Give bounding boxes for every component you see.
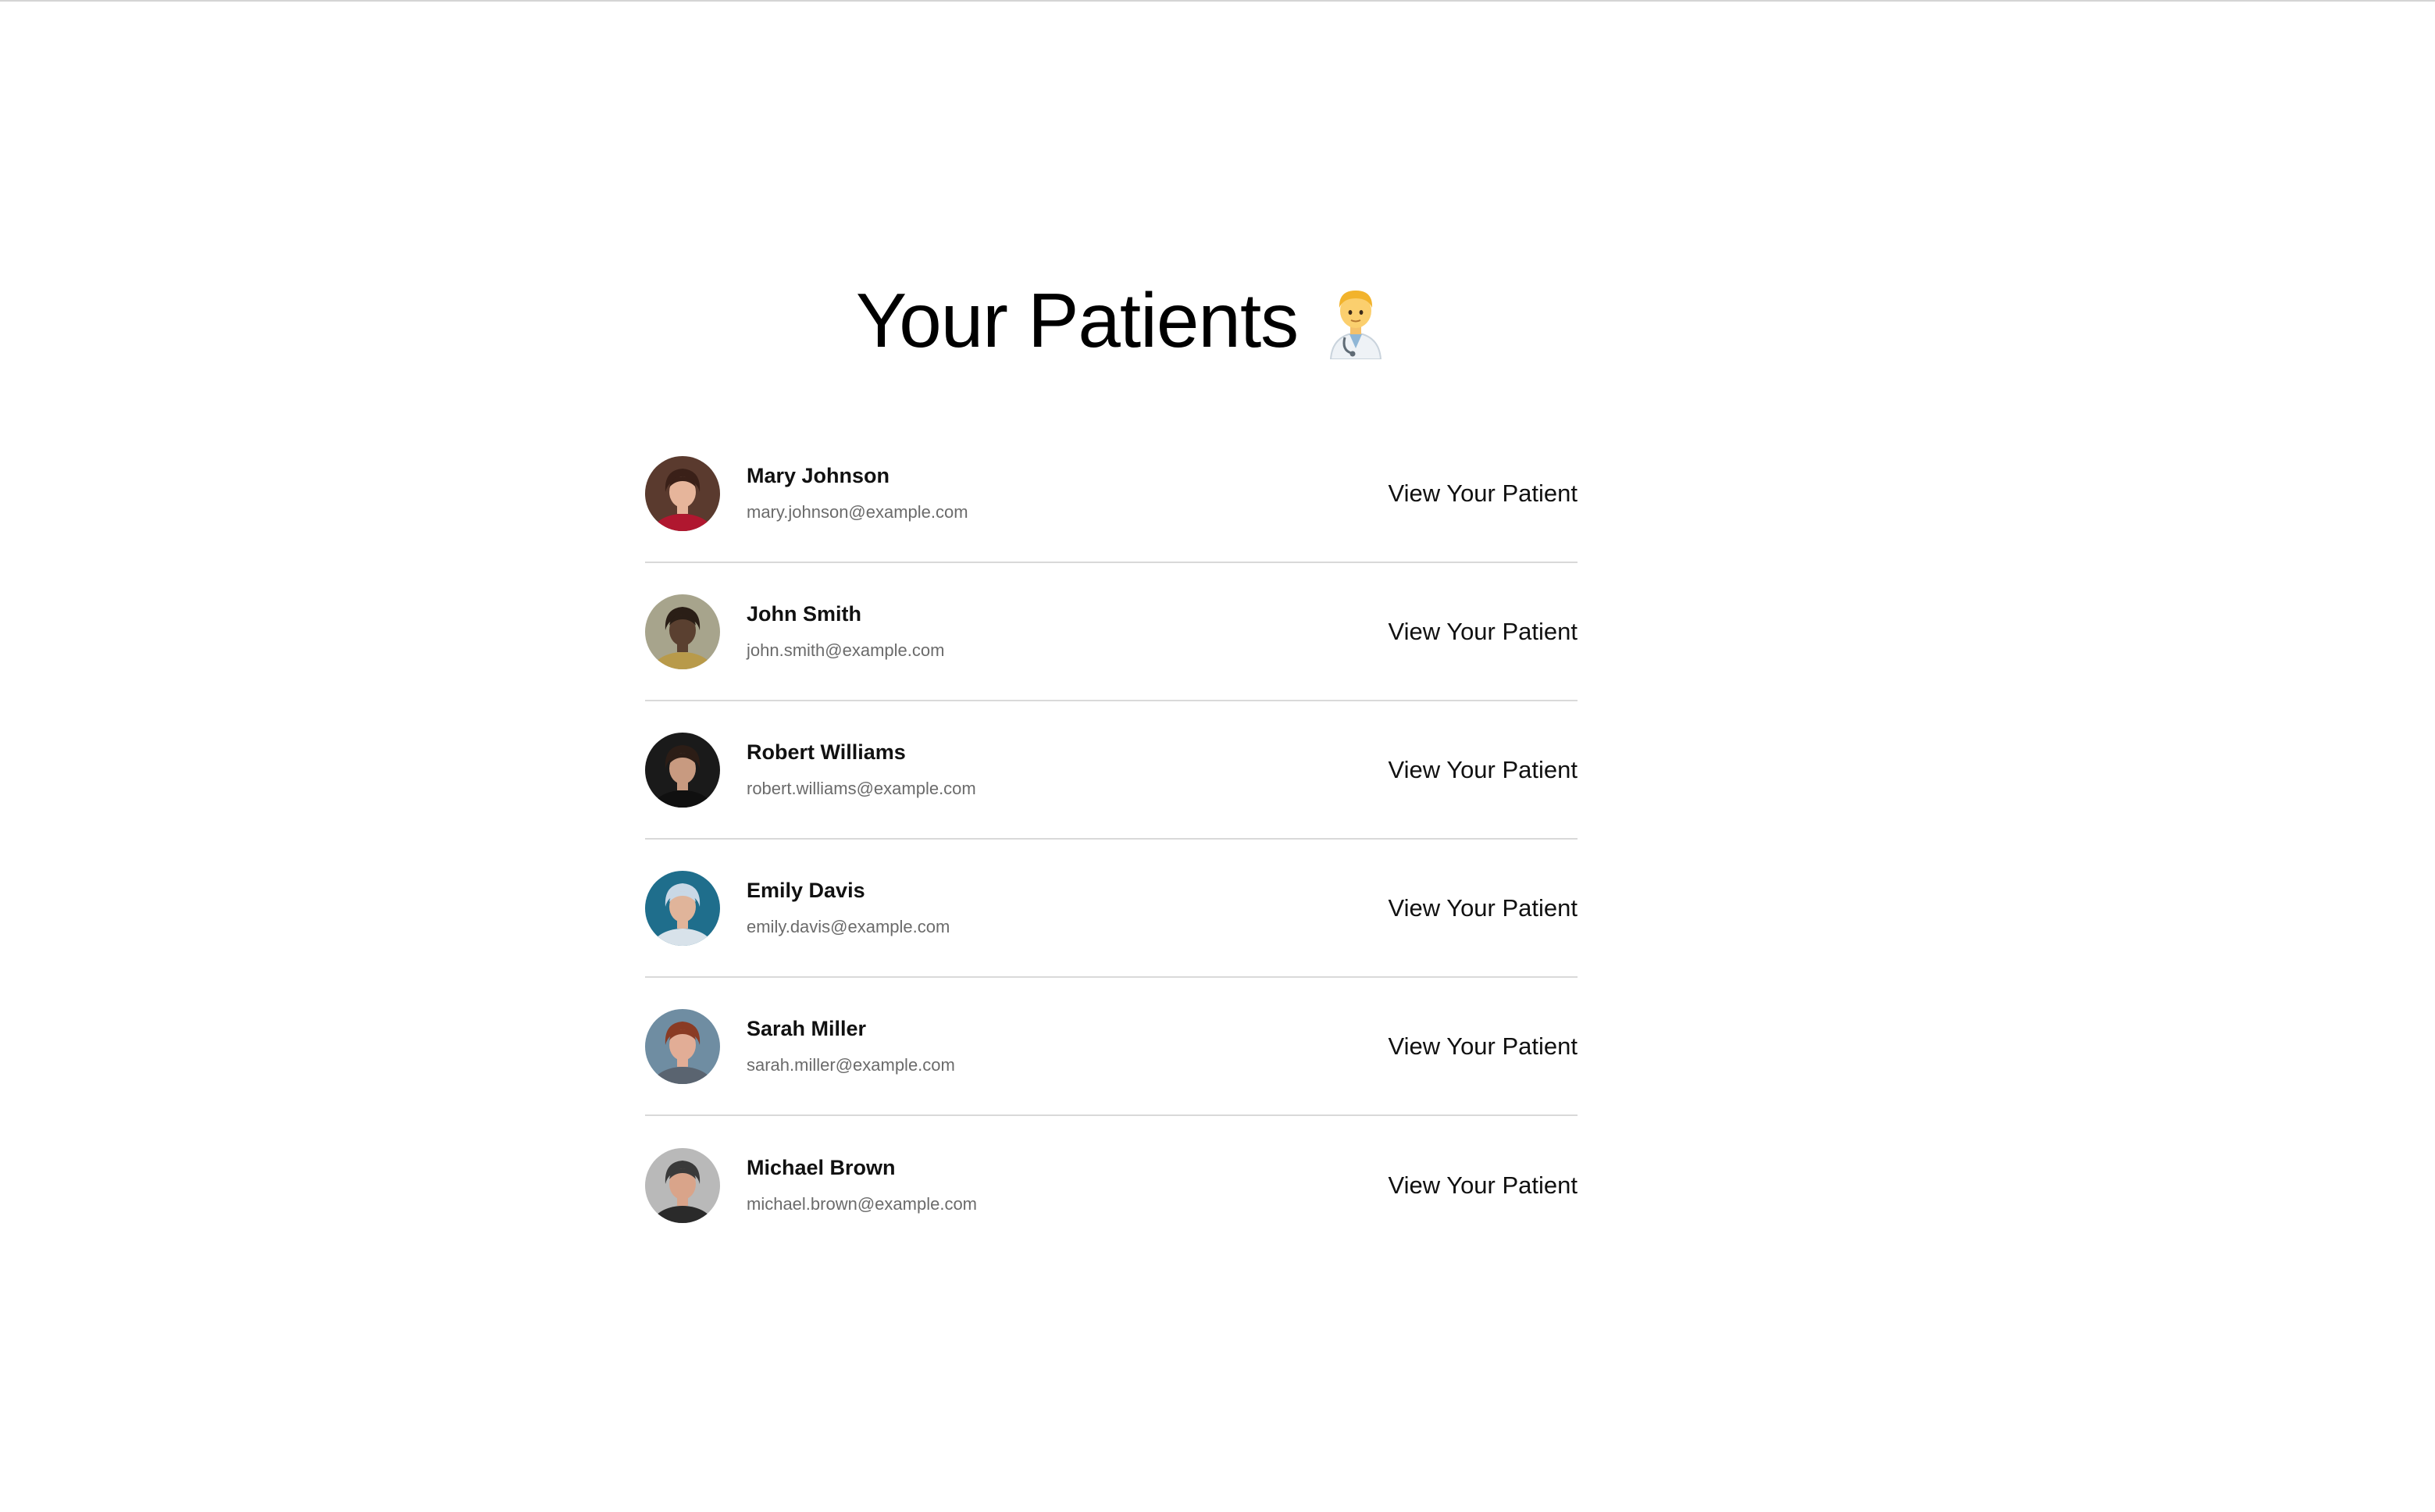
- patient-name: Sarah Miller: [747, 1017, 867, 1040]
- patient-name: Michael Brown: [747, 1156, 896, 1179]
- patient-list: Mary Johnson mary.johnson@example.com Vi…: [645, 425, 1578, 1254]
- view-patient-link[interactable]: View Your Patient: [1389, 894, 1578, 922]
- patient-email: michael.brown@example.com: [747, 1194, 978, 1214]
- patient-info: Sarah Miller sarah.miller@example.com: [747, 1018, 1389, 1074]
- page-title: Your Patients: [855, 277, 1299, 363]
- avatar-photo-woman-profile-blue-background: [645, 870, 720, 946]
- patient-info: Emily Davis emily.davis@example.com: [747, 880, 1389, 936]
- health-worker-icon: [1324, 281, 1387, 360]
- patient-email: robert.williams@example.com: [747, 779, 976, 798]
- view-patient-link[interactable]: View Your Patient: [1389, 756, 1578, 784]
- patient-row: Mary Johnson mary.johnson@example.com Vi…: [645, 425, 1578, 563]
- patient-name: Mary Johnson: [747, 464, 890, 487]
- patient-info: Robert Williams robert.williams@example.…: [747, 742, 1389, 797]
- patient-email: emily.davis@example.com: [747, 917, 950, 936]
- avatar-photo-woman-smiling-red-top: [645, 455, 720, 531]
- patient-email: john.smith@example.com: [747, 640, 945, 660]
- view-patient-link[interactable]: View Your Patient: [1389, 618, 1578, 646]
- patient-email: sarah.miller@example.com: [747, 1055, 955, 1075]
- patient-row: Sarah Miller sarah.miller@example.com Vi…: [645, 978, 1578, 1116]
- patient-name: Emily Davis: [747, 879, 865, 902]
- patient-name: Robert Williams: [747, 740, 906, 764]
- patient-row: Robert Williams robert.williams@example.…: [645, 701, 1578, 840]
- top-divider: [0, 0, 2435, 2]
- view-patient-link[interactable]: View Your Patient: [1389, 1032, 1578, 1061]
- patient-row: Emily Davis emily.davis@example.com View…: [645, 840, 1578, 978]
- patient-row: John Smith john.smith@example.com View Y…: [645, 563, 1578, 701]
- avatar-photo-man-glasses-mustard-top: [645, 594, 720, 669]
- view-patient-link[interactable]: View Your Patient: [1389, 1171, 1578, 1200]
- avatar-photo-man-dark-background: [645, 732, 720, 808]
- page-header: Your Patients: [665, 266, 1578, 375]
- patients-panel: Your Patients Mary Johnson mary.johnson@…: [645, 266, 1578, 1254]
- avatar-photo-woman-auburn-hair: [645, 1008, 720, 1084]
- patient-row: Michael Brown michael.brown@example.com …: [645, 1116, 1578, 1254]
- patient-name: John Smith: [747, 602, 861, 626]
- patient-email: mary.johnson@example.com: [747, 502, 968, 522]
- avatar-photo-bald-man-glasses: [645, 1147, 720, 1223]
- patient-info: Michael Brown michael.brown@example.com: [747, 1157, 1389, 1213]
- patient-info: Mary Johnson mary.johnson@example.com: [747, 465, 1389, 521]
- view-patient-link[interactable]: View Your Patient: [1389, 480, 1578, 508]
- patient-info: John Smith john.smith@example.com: [747, 604, 1389, 659]
